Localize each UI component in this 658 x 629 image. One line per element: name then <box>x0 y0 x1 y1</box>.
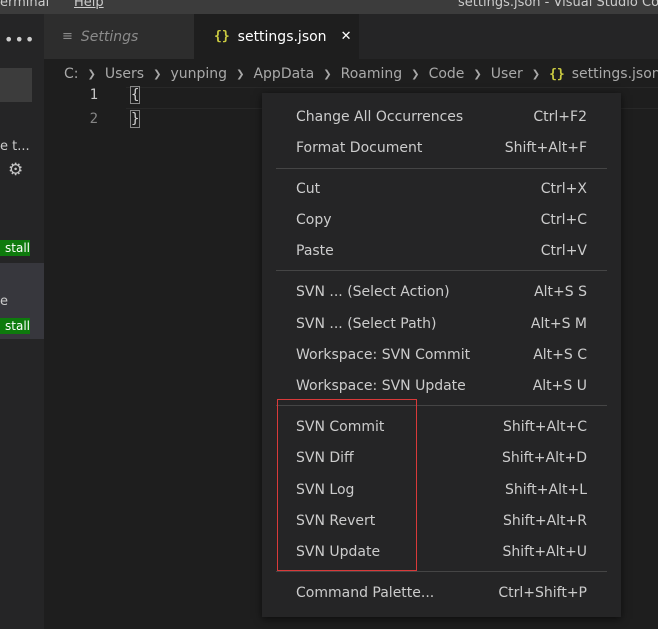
menu-item-shortcut: Shift+Alt+R <box>503 513 587 529</box>
menu-item-shortcut: Shift+Alt+C <box>502 419 587 435</box>
gear-icon[interactable]: ⚙ <box>8 160 23 180</box>
window-title: settings.json - Visual Studio Co <box>458 0 658 10</box>
menu-item-shortcut: Ctrl+V <box>540 243 587 259</box>
extension-description: e t... <box>0 139 30 154</box>
menu-item-command-palette[interactable]: Command Palette... Ctrl+Shift+P <box>276 578 607 608</box>
menu-item-shortcut: Shift+Alt+D <box>501 450 587 466</box>
menu-item-shortcut: Ctrl+C <box>540 212 587 228</box>
close-icon[interactable]: ✕ <box>341 29 352 44</box>
breadcrumb-item[interactable]: Users <box>105 66 144 82</box>
menu-item-workspace-svn-commit[interactable]: Workspace: SVN Commit Alt+S C <box>276 340 607 370</box>
menu-item-shortcut: Shift+Alt+U <box>502 544 588 560</box>
menu-item-shortcut: Ctrl+Shift+P <box>498 585 587 601</box>
menu-item-shortcut: Ctrl+X <box>540 181 587 197</box>
menu-item-shortcut: Shift+Alt+L <box>504 482 587 498</box>
breadcrumb-item[interactable]: yunping <box>171 66 228 82</box>
menu-item-shortcut: Alt+S S <box>534 284 587 300</box>
code-text[interactable]: } <box>129 110 141 128</box>
chevron-right-icon: ❯ <box>236 68 245 80</box>
tab-settings[interactable]: ≡ Settings <box>44 14 194 59</box>
line-number: 1 <box>89 87 98 103</box>
list-icon: ≡ <box>62 29 73 44</box>
menu-item-svn-select-action[interactable]: SVN ... (Select Action) Alt+S S <box>276 277 607 307</box>
tab-label: settings.json <box>237 28 327 45</box>
menu-terminal[interactable]: erminal <box>0 0 49 10</box>
menu-help[interactable]: Help <box>74 0 104 10</box>
breadcrumb-item[interactable]: Code <box>429 66 465 82</box>
chevron-right-icon: ❯ <box>323 68 332 80</box>
menu-item-copy[interactable]: Copy Ctrl+C <box>276 205 607 235</box>
breadcrumb-file[interactable]: settings.json <box>572 66 658 82</box>
menu-item-shortcut: Alt+S M <box>530 316 587 332</box>
menu-bar: erminal Help settings.json - Visual Stud… <box>0 0 658 14</box>
more-actions-icon[interactable]: ••• <box>4 30 35 49</box>
menu-item-label: Command Palette... <box>296 585 435 601</box>
menu-divider <box>276 571 607 572</box>
breadcrumb: C: ❯ Users ❯ yunping ❯ AppData ❯ Roaming… <box>64 64 658 84</box>
breadcrumb-item[interactable]: AppData <box>253 66 314 82</box>
json-braces-icon: {} <box>214 29 230 44</box>
code-text[interactable]: { <box>129 86 141 104</box>
menu-item-label: Cut <box>296 181 321 197</box>
menu-item-label: Workspace: SVN Commit <box>296 347 471 363</box>
menu-item-label: SVN ... (Select Path) <box>296 316 437 332</box>
tab-bar: ≡ Settings {} settings.json ✕ <box>44 14 658 59</box>
chevron-right-icon: ❯ <box>531 68 541 80</box>
extensions-sidebar: ••• e t... ⚙ stall e stall <box>0 14 44 629</box>
extensions-search-input[interactable] <box>0 68 32 102</box>
menu-item-format-document[interactable]: Format Document Shift+Alt+F <box>276 133 607 163</box>
chevron-right-icon: ❯ <box>473 68 482 80</box>
menu-item-shortcut: Alt+S U <box>532 378 587 394</box>
json-braces-icon: {} <box>549 66 565 82</box>
menu-item-change-all-occurrences[interactable]: Change All Occurrences Ctrl+F2 <box>276 102 607 132</box>
tab-settings-json[interactable]: {} settings.json ✕ <box>194 14 359 59</box>
annotation-highlight-box <box>277 399 417 571</box>
install-button[interactable]: stall <box>0 318 30 334</box>
menu-item-label: Workspace: SVN Update <box>296 378 466 394</box>
breadcrumb-item[interactable]: User <box>491 66 523 82</box>
menu-item-label: SVN ... (Select Action) <box>296 284 450 300</box>
install-button[interactable]: stall <box>0 240 30 256</box>
menu-item-svn-select-path[interactable]: SVN ... (Select Path) Alt+S M <box>276 309 607 339</box>
menu-divider <box>276 168 607 169</box>
breadcrumb-item[interactable]: Roaming <box>341 66 403 82</box>
line-number: 2 <box>89 111 98 127</box>
menu-item-shortcut: Shift+Alt+F <box>504 140 587 156</box>
breadcrumb-item[interactable]: C: <box>64 66 79 82</box>
menu-item-label: Change All Occurrences <box>296 109 464 125</box>
menu-item-label: Paste <box>296 243 334 259</box>
chevron-right-icon: ❯ <box>153 68 162 80</box>
chevron-right-icon: ❯ <box>411 68 420 80</box>
menu-item-label: Copy <box>296 212 332 228</box>
menu-item-paste[interactable]: Paste Ctrl+V <box>276 236 607 266</box>
menu-item-label: Format Document <box>296 140 423 156</box>
extension-description: e <box>0 294 8 309</box>
menu-divider <box>276 270 607 271</box>
menu-item-shortcut: Ctrl+F2 <box>533 109 587 125</box>
tab-label: Settings <box>80 28 139 45</box>
menu-item-workspace-svn-update[interactable]: Workspace: SVN Update Alt+S U <box>276 371 607 401</box>
menu-item-shortcut: Alt+S C <box>533 347 587 363</box>
menu-item-cut[interactable]: Cut Ctrl+X <box>276 174 607 204</box>
chevron-right-icon: ❯ <box>87 68 96 80</box>
